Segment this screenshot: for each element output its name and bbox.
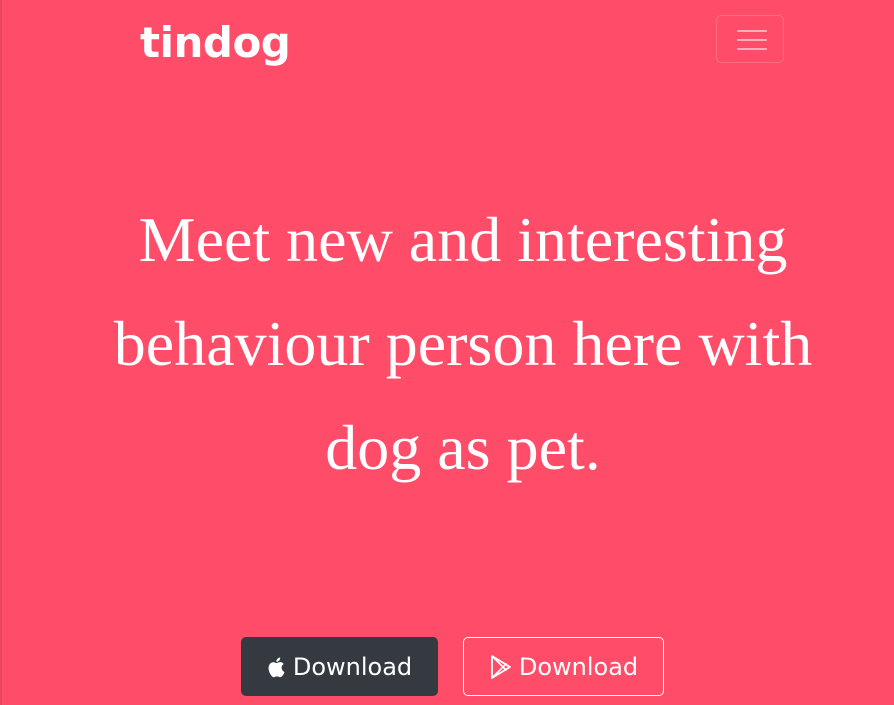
apple-download-label: Download: [292, 652, 413, 681]
hero-headline: Meet new and interesting behaviour perso…: [113, 204, 813, 483]
google-play-icon: [489, 654, 513, 680]
navbar-toggler-button[interactable]: [716, 15, 784, 63]
navbar: tindog: [0, 0, 894, 88]
google-play-download-label: Download: [518, 652, 639, 681]
google-play-download-button[interactable]: Download: [463, 637, 664, 696]
hamburger-bar-middle: [737, 39, 767, 41]
hamburger-bar-top: [737, 30, 767, 32]
page-edge-divider: [0, 0, 2, 705]
brand-logo[interactable]: tindog: [140, 14, 291, 72]
hamburger-bar-bottom: [737, 48, 767, 50]
apple-icon: [267, 656, 287, 678]
apple-download-button[interactable]: Download: [241, 637, 438, 696]
